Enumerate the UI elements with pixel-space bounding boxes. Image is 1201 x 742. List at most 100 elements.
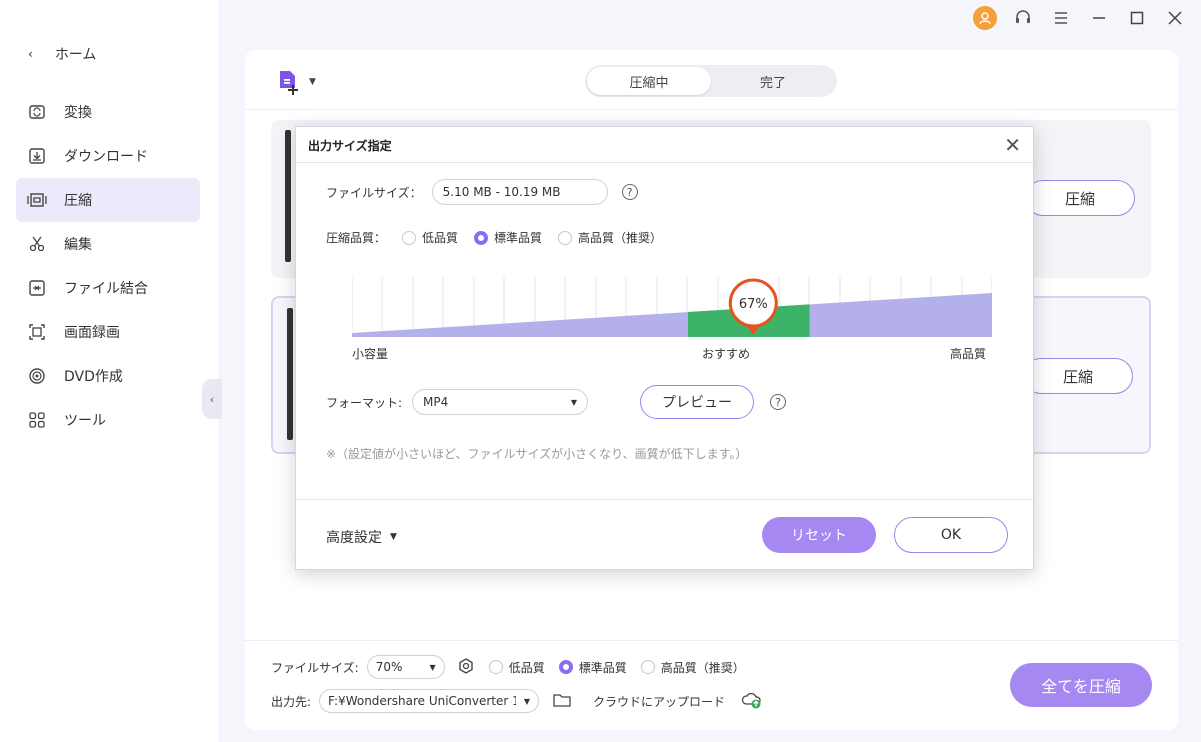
quality-option-low[interactable]: 低品質 bbox=[488, 659, 545, 676]
sidebar-item-convert[interactable]: 変換 bbox=[16, 90, 200, 134]
divider bbox=[296, 162, 1033, 163]
file-size-value: 70% bbox=[375, 660, 403, 674]
radio-selected-icon bbox=[474, 230, 489, 245]
quality-label: 高品質（推奨） bbox=[660, 660, 745, 675]
file-size-dropdown[interactable]: 70% ▼ bbox=[366, 655, 445, 679]
sidebar: ‹ ホーム 変換 ダウンロード 圧縮 編集 ファイル結合 画面録画 DVD作成 … bbox=[0, 0, 218, 742]
tools-icon bbox=[26, 409, 48, 431]
screen-record-icon bbox=[26, 321, 48, 343]
sidebar-item-screen-record[interactable]: 画面録画 bbox=[16, 310, 200, 354]
slider-fill bbox=[352, 293, 992, 337]
format-label: フォーマット: bbox=[326, 395, 403, 410]
sidebar-item-label: DVD作成 bbox=[64, 369, 123, 385]
merge-icon bbox=[26, 277, 48, 299]
sidebar-item-merge[interactable]: ファイル結合 bbox=[16, 266, 200, 310]
maximize-icon[interactable] bbox=[1125, 6, 1149, 30]
sidebar-item-download[interactable]: ダウンロード bbox=[16, 134, 200, 178]
bottom-bar: ファイルサイズ: 70% ▼ 低品質 標準品質 高品質（推奨） 出力先: F:¥… bbox=[245, 640, 1178, 730]
bottom-output-row: 出力先: F:¥Wondershare UniConverter 1 ▼ クラウ… bbox=[271, 689, 763, 713]
radio-selected-icon bbox=[558, 660, 573, 674]
file-size-label: ファイルサイズ: bbox=[271, 660, 359, 675]
note-text: ※（設定値が小さいほど、ファイルサイズが小さくなり、画質が低下します。） bbox=[326, 447, 748, 461]
output-label: 出力先: bbox=[271, 694, 312, 709]
convert-icon bbox=[26, 101, 48, 123]
sidebar-item-compress[interactable]: 圧縮 bbox=[16, 178, 200, 222]
advanced-settings-toggle[interactable]: 高度設定 ▼ bbox=[326, 527, 397, 547]
sidebar-item-label: ツール bbox=[64, 413, 106, 429]
cloud-upload-icon[interactable] bbox=[741, 691, 763, 712]
sidebar-collapse-button[interactable]: ‹ bbox=[202, 379, 222, 419]
chevron-left-icon: ‹ bbox=[209, 392, 215, 406]
advanced-label: 高度設定 bbox=[326, 530, 382, 546]
preview-button[interactable]: プレビュー bbox=[640, 385, 755, 419]
scissors-icon bbox=[26, 233, 48, 255]
settings-gear-icon[interactable] bbox=[457, 657, 475, 678]
sidebar-item-label: ファイル結合 bbox=[64, 281, 148, 297]
quality-option-low[interactable]: 低品質 bbox=[402, 229, 458, 246]
menu-icon[interactable] bbox=[1049, 6, 1073, 30]
format-value: MP4 bbox=[423, 395, 449, 409]
compress-all-button[interactable]: 全てを圧縮 bbox=[1010, 663, 1152, 707]
add-file-icon bbox=[280, 71, 298, 95]
ok-button[interactable]: OK bbox=[894, 517, 1008, 553]
compress-button[interactable]: 圧縮 bbox=[1025, 180, 1135, 216]
quality-option-label: 標準品質 bbox=[494, 231, 543, 245]
sidebar-item-label: 圧縮 bbox=[64, 193, 92, 209]
quality-label: 標準品質 bbox=[578, 660, 627, 675]
quality-option-standard[interactable]: 標準品質 bbox=[558, 659, 627, 676]
quality-label: 低品質 bbox=[508, 660, 545, 675]
status-tabs: 圧縮中 完了 bbox=[585, 65, 837, 97]
minimize-icon[interactable] bbox=[1087, 6, 1111, 30]
window-controls bbox=[973, 6, 1187, 30]
dvd-icon bbox=[26, 365, 48, 387]
sidebar-item-dvd[interactable]: DVD作成 bbox=[16, 354, 200, 398]
radio-icon bbox=[640, 660, 655, 674]
chevron-down-icon: ▼ bbox=[523, 696, 531, 706]
output-path-dropdown[interactable]: F:¥Wondershare UniConverter 1 ▼ bbox=[319, 689, 540, 713]
tab-completed[interactable]: 完了 bbox=[711, 67, 835, 95]
reset-button[interactable]: リセット bbox=[762, 517, 876, 553]
dialog-close-icon[interactable]: ✕ bbox=[1004, 133, 1021, 157]
add-file-button[interactable]: ▼ bbox=[275, 68, 316, 96]
quality-option-label: 高品質（推奨） bbox=[578, 231, 663, 245]
sidebar-item-edit[interactable]: 編集 bbox=[16, 222, 200, 266]
quality-option-high[interactable]: 高品質（推奨） bbox=[640, 659, 745, 676]
download-icon bbox=[26, 145, 48, 167]
folder-icon[interactable] bbox=[553, 692, 571, 711]
video-thumbnail bbox=[285, 130, 291, 262]
sidebar-item-label: ダウンロード bbox=[64, 149, 148, 165]
user-avatar-icon[interactable] bbox=[973, 6, 997, 30]
close-icon[interactable] bbox=[1163, 6, 1187, 30]
file-size-label: ファイルサイズ： bbox=[326, 185, 422, 200]
quality-label: 圧縮品質： bbox=[326, 231, 387, 245]
home-label: ホーム bbox=[54, 47, 97, 63]
chevron-down-icon: ▼ bbox=[309, 77, 316, 87]
quality-option-standard[interactable]: 標準品質 bbox=[474, 229, 542, 246]
quality-slider[interactable]: 67% bbox=[352, 277, 992, 339]
radio-icon bbox=[402, 230, 417, 245]
file-size-field[interactable]: 5.10 MB - 10.19 MB bbox=[431, 179, 608, 205]
tab-compressing[interactable]: 圧縮中 bbox=[587, 67, 711, 95]
divider bbox=[296, 499, 1033, 500]
chevron-down-icon: ▼ bbox=[429, 662, 436, 672]
compress-button[interactable]: 圧縮 bbox=[1023, 358, 1133, 394]
cloud-upload-label: クラウドにアップロード bbox=[593, 694, 726, 709]
sidebar-item-label: 編集 bbox=[64, 237, 92, 253]
sidebar-nav: 変換 ダウンロード 圧縮 編集 ファイル結合 画面録画 DVD作成 ツール bbox=[16, 90, 200, 442]
sidebar-item-tools[interactable]: ツール bbox=[16, 398, 200, 442]
support-headset-icon[interactable] bbox=[1011, 6, 1035, 30]
help-icon[interactable]: ? bbox=[770, 394, 787, 410]
file-size-row: ファイルサイズ： 5.10 MB - 10.19 MB ? bbox=[326, 179, 638, 205]
slider-left-label: 小容量 bbox=[352, 347, 389, 361]
divider bbox=[245, 109, 1178, 110]
quality-row: 圧縮品質： 低品質 標準品質 高品質（推奨） bbox=[326, 229, 662, 246]
help-icon[interactable]: ? bbox=[621, 184, 638, 200]
slider-right-label: 高品質 bbox=[950, 347, 987, 361]
format-dropdown[interactable]: MP4 ▼ bbox=[412, 389, 589, 415]
quality-option-high[interactable]: 高品質（推奨） bbox=[558, 229, 662, 246]
radio-icon bbox=[488, 660, 503, 674]
output-size-dialog: 出力サイズ指定 ✕ ファイルサイズ： 5.10 MB - 10.19 MB ? … bbox=[295, 126, 1034, 570]
dialog-title: 出力サイズ指定 bbox=[308, 139, 392, 153]
slider-value-label: 67% bbox=[739, 297, 768, 312]
home-link[interactable]: ‹ ホーム bbox=[28, 44, 96, 64]
